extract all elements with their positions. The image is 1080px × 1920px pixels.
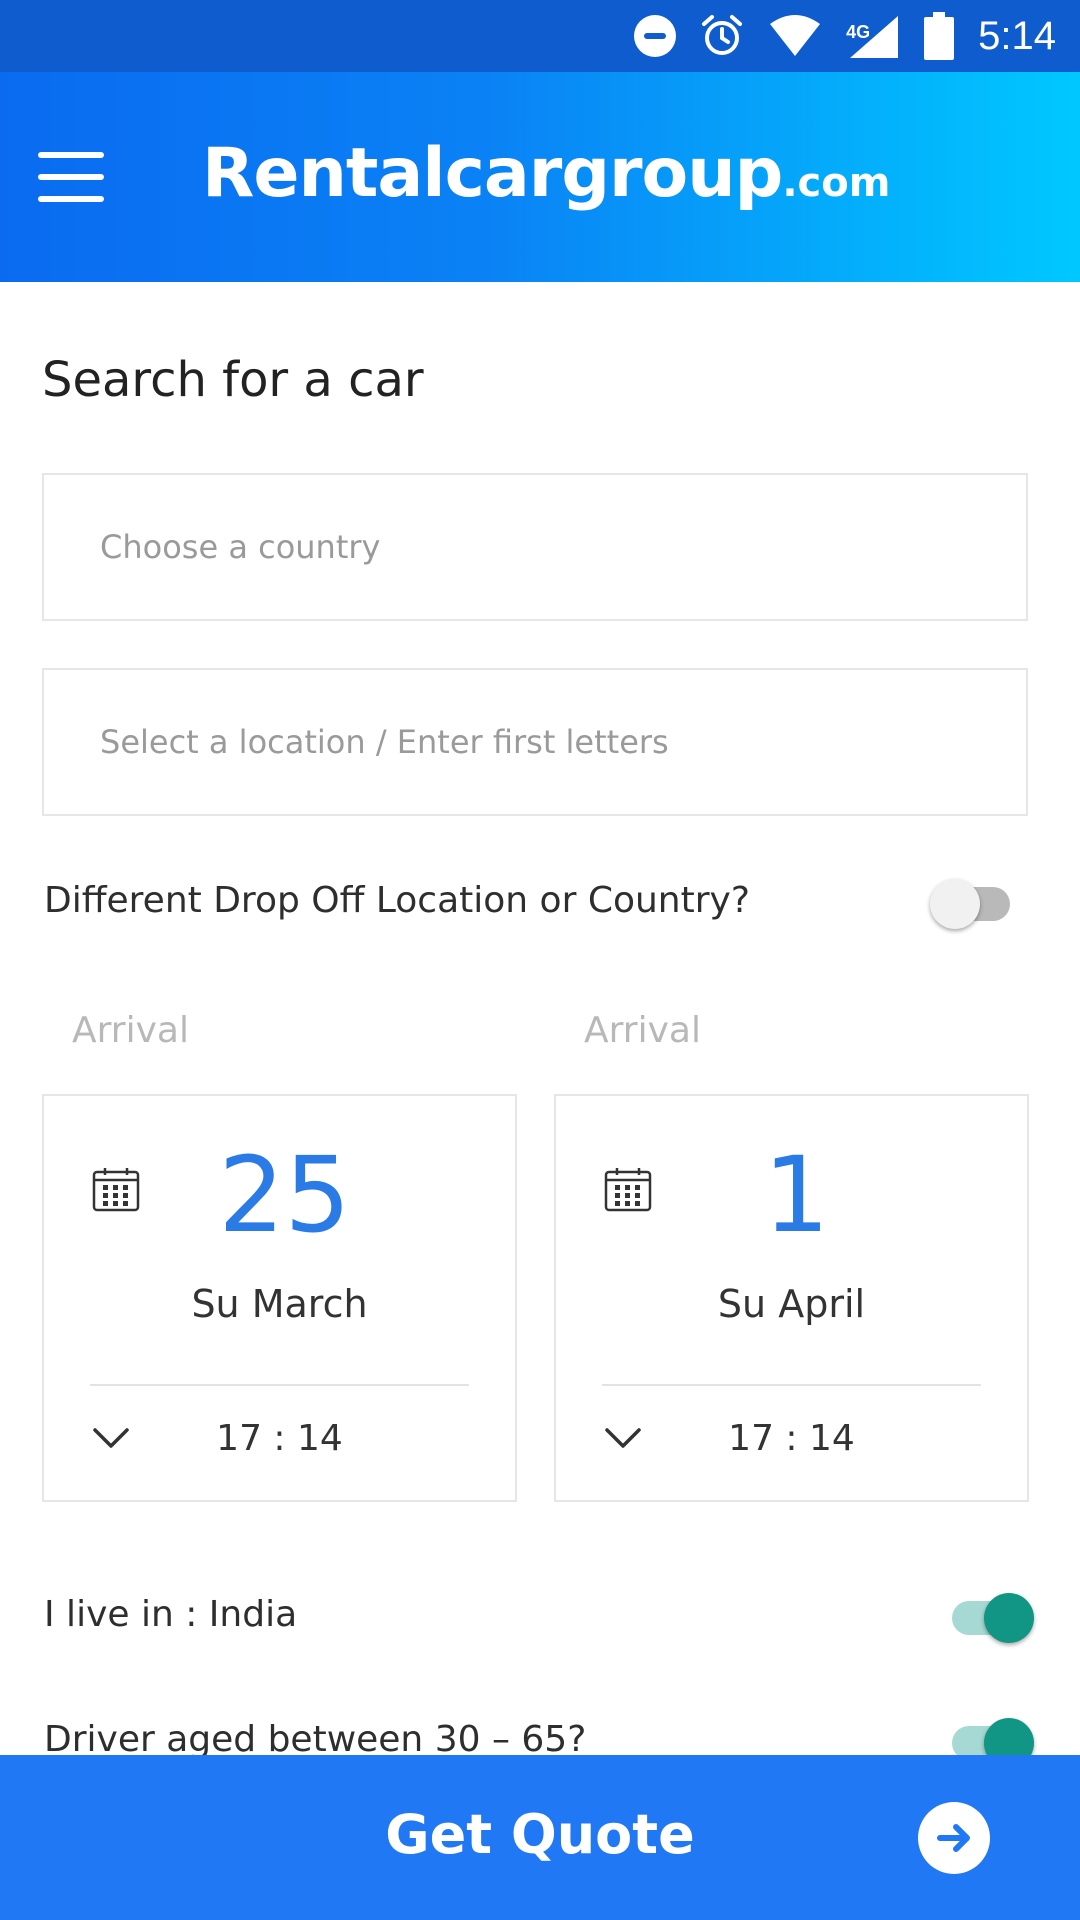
return-month: Su April [717, 1282, 866, 1326]
battery-icon [924, 12, 955, 60]
app-header: Rentalcargroup.com [0, 72, 1080, 282]
page-title: Search for a car [42, 352, 424, 408]
brand-name: Rentalcargroup [202, 134, 783, 213]
alarm-icon [700, 14, 744, 58]
status-bar: 4G 5:14 [0, 0, 1080, 72]
dropoff-toggle[interactable] [930, 879, 1010, 929]
brand-tld: .com [782, 160, 891, 206]
divider [602, 1384, 981, 1386]
brand-logo[interactable]: Rentalcargroup.com [202, 134, 890, 213]
country-field-container[interactable] [42, 473, 1028, 621]
return-day: 1 [763, 1134, 830, 1256]
get-quote-button[interactable]: Get Quote [0, 1755, 1080, 1920]
return-time[interactable]: 17 : 14 [556, 1418, 1027, 1459]
toggle-knob [984, 1593, 1034, 1643]
wifi-icon [768, 14, 822, 58]
location-field-container[interactable] [42, 668, 1028, 816]
dropoff-label: Different Drop Off Location or Country? [44, 880, 750, 921]
network-type-label: 4G [846, 22, 871, 42]
residence-label: I live in : India [44, 1594, 298, 1635]
pickup-time[interactable]: 17 : 14 [44, 1418, 515, 1459]
return-date-card[interactable]: 1 Su April 17 : 14 [554, 1094, 1029, 1502]
driver-age-label: Driver aged between 30 – 65? [44, 1719, 587, 1760]
divider [90, 1384, 469, 1386]
pickup-day: 25 [218, 1134, 351, 1256]
pickup-month: Su March [191, 1282, 368, 1326]
do-not-disturb-icon [634, 15, 677, 57]
arrow-right-icon[interactable] [918, 1802, 990, 1874]
status-time: 5:14 [978, 13, 1056, 58]
hamburger-menu-icon[interactable] [38, 152, 104, 202]
pickup-date-card[interactable]: 25 Su March 17 : 14 [42, 1094, 517, 1502]
return-date-label: Arrival [584, 1010, 701, 1051]
residence-toggle[interactable] [952, 1593, 1034, 1643]
location-input[interactable] [44, 670, 1026, 814]
country-input[interactable] [44, 475, 1026, 619]
toggle-knob [930, 879, 980, 929]
signal-icon: 4G [846, 12, 900, 60]
pickup-date-label: Arrival [72, 1010, 189, 1051]
status-icons: 4G 5:14 [634, 0, 1056, 72]
